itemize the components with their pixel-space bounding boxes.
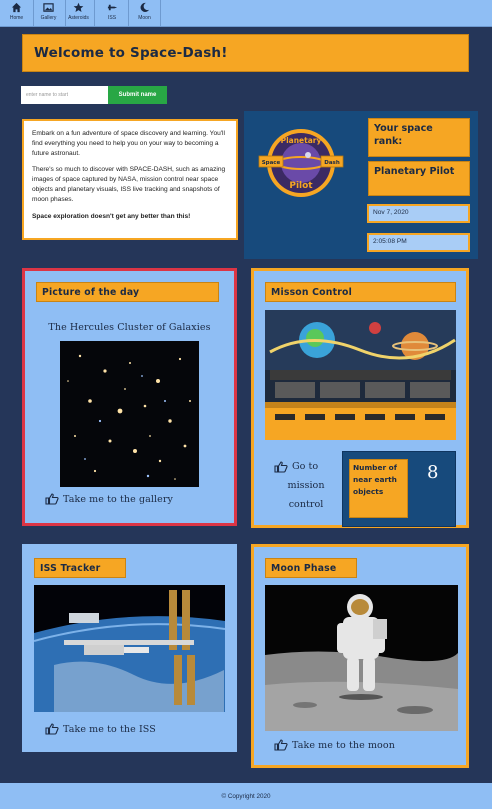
- name-input[interactable]: [21, 86, 108, 104]
- mission-control-image[interactable]: [265, 310, 456, 440]
- copyright-text: © Copyright 2020: [221, 792, 271, 800]
- home-icon: [11, 2, 22, 13]
- image-icon: [43, 3, 54, 12]
- rank-heading: Your space rank:: [374, 123, 433, 147]
- rank-value: Planetary Pilot: [374, 166, 455, 177]
- nav-item-home[interactable]: Home: [0, 0, 34, 27]
- rank-value-box: Planetary Pilot: [368, 161, 470, 196]
- moon-icon: [140, 2, 150, 13]
- mission-link-text: Go to: [292, 461, 319, 472]
- gallery-link-text: Take me to the gallery: [63, 493, 173, 505]
- gallery-link[interactable]: Take me to the gallery: [45, 493, 173, 505]
- welcome-banner: Welcome to Space-Dash!: [22, 34, 469, 72]
- nav-item-moon[interactable]: Moon: [129, 0, 161, 27]
- intro-paragraph: Embark on a fun adventure of space disco…: [32, 130, 225, 157]
- badge-top-text: Planetary: [281, 136, 322, 145]
- moon-link-text: Take me to the moon: [292, 739, 395, 751]
- nav-item-iss[interactable]: ISS: [96, 0, 129, 27]
- picture-of-the-day-card: Picture of the day The Hercules Cluster …: [22, 268, 237, 526]
- moon-phase-card: Moon Phase Take me to the moon: [251, 544, 469, 768]
- nav-label: Home: [9, 15, 24, 21]
- neo-count-panel: Number of near earth objects 8: [342, 451, 456, 527]
- nav-label: Moon: [138, 15, 151, 21]
- card-title-box: Moon Phase: [265, 558, 357, 578]
- iss-link[interactable]: Take me to the ISS: [45, 723, 156, 735]
- nav-label: Asteroids: [68, 15, 89, 21]
- satellite-icon: [107, 4, 117, 11]
- time-display: 2:05:08 PM: [367, 233, 470, 252]
- nav-item-asteroids[interactable]: Asteroids: [63, 0, 95, 27]
- mission-link-text: control: [288, 499, 324, 510]
- badge-right-text: Dash: [324, 160, 340, 166]
- planetary-pilot-badge: Space Dash Planetary Pilot: [258, 129, 344, 197]
- card-title: Misson Control: [271, 286, 352, 298]
- neo-label: Number of near earth objects: [353, 463, 397, 496]
- thumbs-up-icon: [274, 460, 288, 473]
- footer: © Copyright 2020: [0, 783, 492, 809]
- card-title: Moon Phase: [271, 562, 337, 574]
- rank-panel: Space Dash Planetary Pilot Your space ra…: [244, 111, 478, 259]
- mission-control-card: Misson Control Go to mission control Num…: [251, 268, 469, 528]
- pod-subtitle: The Hercules Cluster of Galaxies: [48, 322, 211, 333]
- card-title-box: Picture of the day: [36, 282, 219, 302]
- nav-item-gallery[interactable]: Gallery: [32, 0, 66, 27]
- iss-image[interactable]: [34, 585, 225, 712]
- intro-panel: Embark on a fun adventure of space disco…: [22, 119, 238, 240]
- nav-label: ISS: [107, 15, 117, 21]
- mission-link-text: mission: [287, 480, 325, 491]
- rank-heading-box: Your space rank:: [368, 118, 470, 157]
- moon-astronaut-image[interactable]: [265, 585, 458, 731]
- page-title: Welcome to Space-Dash!: [34, 45, 228, 61]
- date-display: Nov 7, 2020: [367, 204, 470, 223]
- card-title-box: ISS Tracker: [34, 558, 126, 578]
- iss-link-text: Take me to the ISS: [63, 723, 156, 735]
- thumbs-up-icon: [274, 739, 288, 751]
- card-title-box: Misson Control: [265, 282, 456, 302]
- badge-bottom-text: Pilot: [289, 181, 313, 191]
- iss-tracker-card: ISS Tracker Take me to the ISS: [22, 544, 237, 752]
- card-title: ISS Tracker: [40, 562, 101, 574]
- card-title: Picture of the day: [42, 286, 140, 298]
- mission-control-link[interactable]: Go to mission control: [274, 457, 338, 514]
- thumbs-up-icon: [45, 723, 59, 735]
- intro-tagline: Space exploration doesn't get any better…: [32, 212, 191, 220]
- moon-link[interactable]: Take me to the moon: [274, 739, 395, 751]
- hercules-cluster-image[interactable]: [60, 341, 199, 487]
- submit-name-button[interactable]: Submit name: [108, 86, 167, 104]
- star-icon: [73, 2, 84, 12]
- nav-label: Gallery: [40, 15, 57, 21]
- thumbs-up-icon: [45, 493, 59, 505]
- badge-left-text: Space: [262, 160, 281, 166]
- top-nav: Home Gallery Asteroids ISS Moon: [0, 0, 492, 27]
- intro-paragraph: There's so much to discover with SPACE-D…: [32, 166, 226, 203]
- neo-label-box: Number of near earth objects: [349, 459, 408, 518]
- neo-count-value: 8: [427, 462, 439, 483]
